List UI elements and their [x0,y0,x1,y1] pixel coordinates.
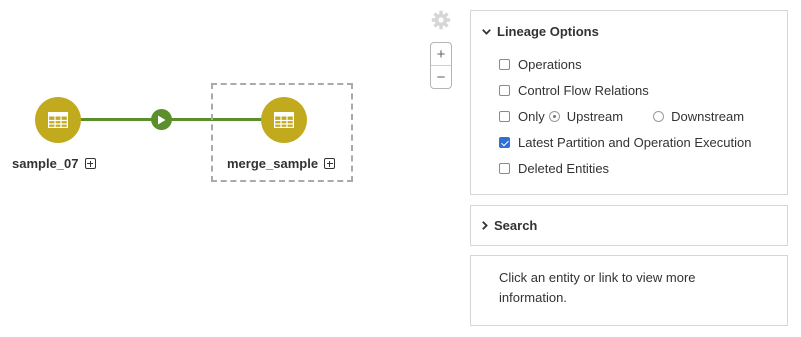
deleted-entities-label[interactable]: Deleted Entities [518,161,609,176]
search-toggle[interactable]: Search [482,218,537,233]
entity-label[interactable]: sample_07 [12,156,96,171]
lineage-options-title: Lineage Options [497,24,599,39]
only-checkbox[interactable] [499,111,510,122]
only-label[interactable]: Only [518,109,545,124]
latest-partition-label[interactable]: Latest Partition and Operation Execution [518,135,751,150]
operations-label[interactable]: Operations [518,57,582,72]
gear-icon[interactable] [431,10,451,35]
zoom-out-button[interactable]: − [431,65,451,88]
entity-node-sample-07[interactable] [35,97,81,143]
upstream-radio[interactable] [548,111,560,122]
zoom-control: + − [430,42,452,89]
table-icon [48,112,68,128]
table-icon [274,112,294,128]
expand-icon[interactable] [324,158,336,169]
zoom-in-button[interactable]: + [431,43,451,65]
downstream-radio[interactable] [653,111,665,122]
entity-name[interactable]: sample_07 [12,156,79,171]
entity-label[interactable]: merge_sample [227,156,336,171]
info-panel: Click an entity or link to view more inf… [470,255,788,326]
entity-node-merge-sample[interactable] [261,97,307,143]
expand-icon[interactable] [84,158,96,169]
play-icon[interactable] [151,109,172,130]
lineage-canvas[interactable]: sample_07 merge_sample [0,0,425,337]
lineage-options-panel: Lineage Options Operations Control Flow … [470,10,788,195]
search-panel: Search [470,205,788,246]
info-message: Click an entity or link to view more inf… [499,270,696,305]
chevron-down-icon [482,28,491,35]
control-flow-checkbox[interactable] [499,85,510,96]
operations-checkbox[interactable] [499,59,510,70]
search-title: Search [494,218,538,233]
latest-partition-checkbox[interactable] [499,137,510,148]
downstream-label[interactable]: Downstream [671,109,744,124]
lineage-options-toggle[interactable]: Lineage Options [482,24,599,39]
upstream-label[interactable]: Upstream [567,109,623,124]
chevron-right-icon [482,221,488,230]
control-flow-label[interactable]: Control Flow Relations [518,83,649,98]
entity-name[interactable]: merge_sample [227,156,318,171]
deleted-entities-checkbox[interactable] [499,163,510,174]
